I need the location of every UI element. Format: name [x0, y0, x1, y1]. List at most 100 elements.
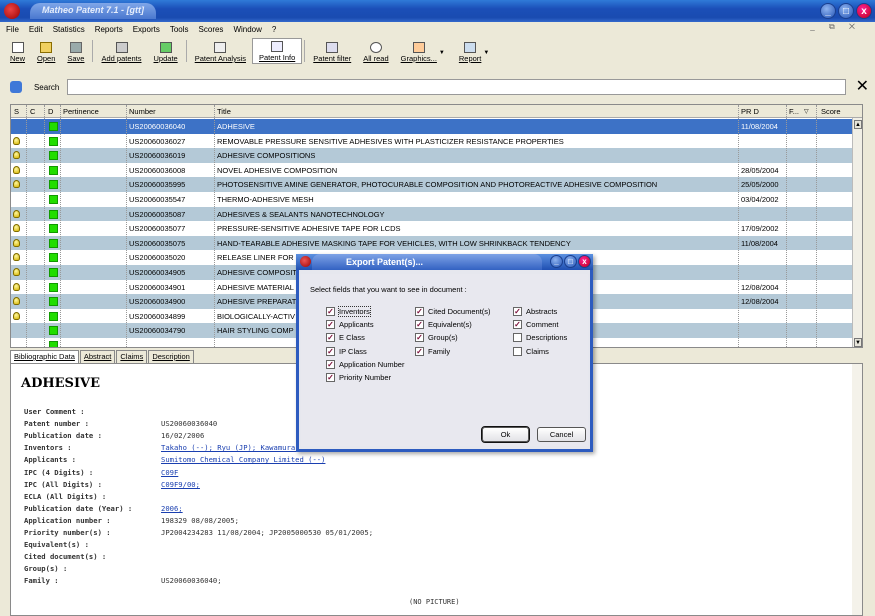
dialog-close-icon[interactable]: x	[578, 255, 591, 268]
checkbox-comment[interactable]: ✓ Comment	[513, 320, 559, 330]
column-header-prd[interactable]: PR D	[741, 107, 759, 116]
table-row[interactable]: US20060035547 THERMO-ADHESIVE MESH 03/04/2…	[11, 192, 854, 207]
column-header-c[interactable]: C	[30, 107, 35, 116]
tab-abstract[interactable]: Abstract	[79, 350, 116, 364]
checkbox-box[interactable]: ✓	[326, 373, 335, 382]
menu-statistics[interactable]: Statistics	[53, 25, 85, 34]
dialog-maximize-icon[interactable]: □	[564, 255, 577, 268]
checkbox-box[interactable]: ✓	[415, 320, 424, 330]
tab-description[interactable]: Description	[148, 350, 194, 364]
checkbox-box[interactable]: ✓	[415, 307, 424, 316]
report-dropdown-icon[interactable]: ▼	[483, 50, 489, 56]
patent-analysis-button[interactable]: Patent Analysis	[189, 38, 252, 64]
menu-reports[interactable]: Reports	[95, 25, 123, 34]
menu-help[interactable]: ?	[272, 25, 276, 34]
column-header-pertinence[interactable]: Pertinence	[63, 107, 99, 116]
table-row[interactable]: US20060035995 PHOTOSENSITIVE AMINE GENERA…	[11, 177, 854, 192]
table-row[interactable]: US20060036040 ADHESIVE 11/08/2004	[11, 119, 854, 134]
column-header-s[interactable]: S	[14, 107, 19, 116]
checkbox-box[interactable]: ✓	[415, 333, 424, 343]
checkbox-box[interactable]: ✓	[326, 346, 335, 356]
menu-window[interactable]: Window	[233, 25, 261, 34]
app-icon[interactable]	[4, 3, 20, 19]
mdi-controls[interactable]: _ ⧉ ✕	[810, 22, 861, 32]
checkbox-priority-number[interactable]: ✓ Priority Number	[326, 373, 391, 382]
menu-file[interactable]: File	[6, 25, 19, 34]
tab-bibliographic-data[interactable]: Bibliographic Data	[10, 350, 79, 364]
minimize-icon[interactable]: _	[820, 3, 836, 19]
table-row[interactable]: US20060035087 ADHESIVES & SEALANTS NANOTE…	[11, 206, 854, 222]
checkbox-box[interactable]: ✓	[415, 346, 424, 356]
checkbox-box[interactable]	[513, 346, 522, 356]
cell-number: US20060036040	[129, 122, 186, 131]
close-icon[interactable]: x	[856, 3, 872, 19]
checkbox-box[interactable]: ✓	[326, 320, 335, 330]
checkbox-inventors[interactable]: ✓ Inventors	[326, 306, 371, 317]
graphics-dropdown-icon[interactable]: ▼	[439, 50, 445, 56]
checkbox-box[interactable]: ✓	[513, 307, 522, 316]
patent-info-button[interactable]: Patent Info	[251, 38, 303, 64]
checkbox-application-number[interactable]: ✓ Application Number	[326, 359, 404, 369]
search-close-icon[interactable]: ✕	[856, 79, 869, 95]
cell-title: HAND-TEARABLE ADHESIVE MASKING TAPE FOR …	[217, 238, 571, 248]
scroll-up-icon[interactable]: ▲	[854, 120, 862, 129]
checkbox-cited-document-s[interactable]: ✓ Cited Document(s)	[415, 307, 491, 316]
table-row[interactable]: US20060035075 HAND-TEARABLE ADHESIVE MASK…	[11, 235, 854, 251]
patent-filter-button[interactable]: Patent filter	[307, 38, 357, 64]
search-icon	[10, 81, 22, 93]
column-header-title[interactable]: Title	[217, 107, 231, 116]
column-header-number[interactable]: Number	[129, 107, 156, 116]
checkbox-ip-class[interactable]: ✓ IP Class	[326, 346, 367, 356]
column-header-score[interactable]: Score	[821, 107, 841, 116]
tab-claims[interactable]: Claims	[116, 350, 148, 364]
checkbox-applicants[interactable]: ✓ Applicants	[326, 320, 374, 330]
search-input[interactable]	[67, 79, 846, 95]
checkbox-family[interactable]: ✓ Family	[415, 346, 450, 356]
field-value[interactable]: C09F	[161, 468, 178, 477]
cell-prd: 12/08/2004	[741, 297, 779, 307]
toolbar-separator	[185, 40, 187, 62]
detail-scrollbar[interactable]	[852, 364, 862, 615]
column-header-f[interactable]: F...	[789, 107, 799, 116]
cancel-button[interactable]: Cancel	[537, 427, 586, 442]
checkbox-box[interactable]: ✓	[326, 333, 335, 343]
table-row[interactable]: US20060036027 REMOVABLE PRESSURE SENSITIV…	[11, 134, 854, 149]
table-row[interactable]: US20060035077 PRESSURE-SENSITIVE ADHESIVE…	[11, 221, 854, 236]
checkbox-box[interactable]: ✓	[326, 307, 335, 316]
field-value[interactable]: Sumitomo Chemical Company Limited (--)	[161, 455, 325, 464]
checkbox-e-class[interactable]: ✓ E Class	[326, 333, 365, 343]
status-dot	[49, 341, 58, 347]
checkbox-claims[interactable]: Claims	[513, 346, 549, 356]
update-button[interactable]: Update	[148, 38, 184, 64]
graphics-button[interactable]: Graphics...	[395, 38, 443, 64]
field-value[interactable]: 2006;	[161, 504, 183, 513]
column-filter-icon[interactable]: ▽	[804, 108, 809, 115]
table-row[interactable]: US20060036019 ADHESIVE COMPOSITIONS	[11, 148, 854, 163]
checkbox-equivalent-s[interactable]: ✓ Equivalent(s)	[415, 320, 472, 330]
checkbox-descriptions[interactable]: Descriptions	[513, 333, 567, 343]
menu-tools[interactable]: Tools	[170, 25, 189, 34]
field-value[interactable]: Takaho (--); Ryu (JP); Kawamura (--	[161, 443, 312, 452]
report-button[interactable]: Report	[453, 38, 488, 64]
scroll-down-icon[interactable]: ▼	[854, 338, 862, 347]
grid-scrollbar[interactable]: ▲ ▼	[852, 118, 862, 347]
field-value[interactable]: C09F9/00;	[161, 480, 200, 489]
checkbox-box[interactable]: ✓	[513, 320, 522, 330]
table-row[interactable]: US20060036008 NOVEL ADHESIVE COMPOSITION 2…	[11, 163, 854, 178]
checkbox-abstracts[interactable]: ✓ Abstracts	[513, 307, 557, 316]
all-read-button[interactable]: All read	[357, 38, 394, 64]
menu-edit[interactable]: Edit	[29, 25, 43, 34]
column-header-d[interactable]: D	[48, 107, 53, 116]
ok-button[interactable]: Ok	[481, 426, 530, 443]
checkbox-box[interactable]	[513, 333, 522, 343]
checkbox-box[interactable]: ✓	[326, 359, 335, 369]
menu-scores[interactable]: Scores	[199, 25, 224, 34]
dialog-minimize-icon[interactable]: _	[550, 255, 563, 268]
maximize-icon[interactable]: □	[838, 3, 854, 19]
new-button[interactable]: New	[4, 38, 31, 64]
save-button[interactable]: Save	[61, 38, 90, 64]
menu-exports[interactable]: Exports	[133, 25, 160, 34]
add-patents-button[interactable]: Add patents	[95, 38, 147, 64]
checkbox-group-s[interactable]: ✓ Group(s)	[415, 333, 458, 343]
open-button[interactable]: Open	[31, 38, 61, 64]
